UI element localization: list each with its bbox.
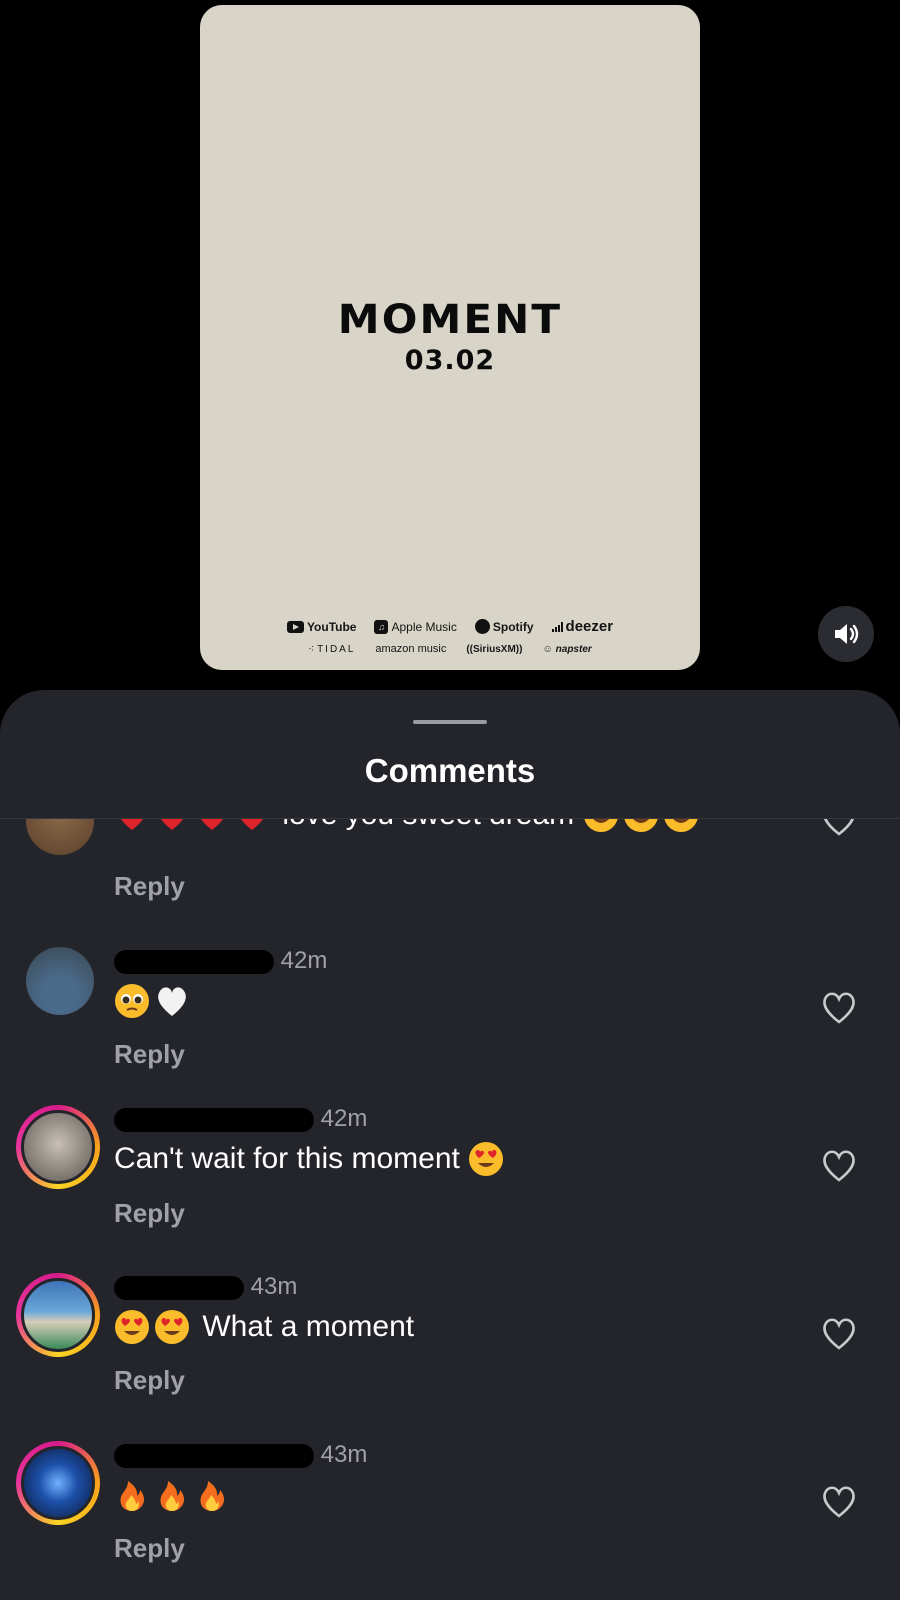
spotify-logo: Spotify: [474, 619, 534, 634]
list-item: 42m Reply: [0, 937, 900, 1105]
red-heart-icon: [121, 819, 143, 831]
username-row: 43m: [114, 1441, 367, 1471]
comments-sheet: Comments love you sweet dream Reply 42m: [0, 690, 900, 1600]
comment-text: [114, 983, 194, 1019]
youtube-play-icon: [286, 620, 304, 633]
comment-text: Can't wait for this moment: [114, 1141, 508, 1177]
sheet-grabber[interactable]: [413, 720, 487, 724]
speaker-icon: [835, 624, 859, 644]
poster-date: 03.02: [404, 345, 496, 376]
comment-time: 42m: [280, 947, 328, 974]
avatar: [21, 1446, 95, 1520]
heart-outline-icon[interactable]: [820, 1483, 858, 1519]
sheet-title: Comments: [364, 752, 536, 789]
heart-eyes-icon: [583, 819, 618, 833]
heart-eyes-icon: [469, 1142, 504, 1177]
red-heart-icon: [241, 819, 263, 831]
sound-toggle-button[interactable]: [818, 606, 874, 662]
fire-icon: [200, 1481, 224, 1512]
list-item: 42m Can't wait for this moment Reply: [0, 1105, 900, 1273]
redacted-username: [114, 1275, 244, 1300]
platform-row-2: ⁖ TIDAL amazon music ((SiriusXM)) ☺ naps…: [200, 643, 700, 655]
list-item: 43m Reply: [0, 1441, 900, 1600]
tidal-icon: ⁖: [308, 643, 315, 655]
list-item: 43m What a moment Reply: [0, 1273, 900, 1441]
heart-eyes-icon: [663, 819, 698, 833]
reply-button[interactable]: Reply: [114, 1198, 185, 1229]
spotify-icon: [474, 619, 490, 634]
avatar-story-ring[interactable]: [16, 1441, 100, 1525]
comment-text: love you sweet dream: [114, 819, 703, 833]
heart-outline-icon[interactable]: [820, 819, 858, 837]
comment-text: [114, 1477, 234, 1513]
story-poster[interactable]: MOMENT 03.02 YouTube ♫ Apple Music Spoti…: [200, 5, 700, 670]
white-heart-icon: [158, 987, 186, 1017]
redacted-username: [114, 949, 274, 974]
avatar-story-ring[interactable]: [16, 1273, 100, 1357]
comments-list[interactable]: love you sweet dream Reply 42m Reply: [0, 819, 900, 1600]
avatar[interactable]: [26, 819, 94, 855]
napster-icon: ☺: [542, 643, 553, 655]
siriusxm-logo: ((SiriusXM)): [466, 643, 523, 655]
reply-button[interactable]: Reply: [114, 1365, 185, 1396]
music-note-icon: ♫: [374, 619, 389, 634]
heart-outline-icon[interactable]: [820, 1147, 858, 1183]
platform-row-1: YouTube ♫ Apple Music Spotify deezer: [200, 618, 700, 635]
redacted-username: [114, 1443, 314, 1468]
heart-eyes-icon: [155, 1310, 189, 1345]
avatar: [21, 1278, 95, 1352]
avatar-story-ring[interactable]: [16, 1105, 100, 1189]
comment-text: What a moment: [114, 1309, 414, 1345]
avatar[interactable]: [26, 947, 94, 1015]
fire-icon: [120, 1481, 144, 1512]
heart-outline-icon[interactable]: [820, 1315, 858, 1351]
reply-button[interactable]: Reply: [114, 871, 185, 902]
username-row: 43m: [114, 1273, 297, 1303]
apple-music-logo: ♫ Apple Music: [374, 619, 457, 634]
comment-time: 43m: [250, 1273, 298, 1300]
reply-button[interactable]: Reply: [114, 1039, 185, 1070]
pleading-face-icon: [115, 984, 149, 1019]
napster-logo: ☺ napster: [542, 643, 592, 655]
heart-eyes-icon: [115, 1310, 149, 1345]
fire-icon: [160, 1481, 184, 1512]
tidal-logo: ⁖ TIDAL: [308, 643, 356, 655]
heart-outline-icon[interactable]: [820, 989, 858, 1025]
comment-time: 43m: [320, 1441, 368, 1468]
list-item: love you sweet dream Reply: [0, 819, 900, 955]
comment-time: 42m: [320, 1105, 368, 1132]
avatar: [21, 1110, 95, 1184]
amazon-music-logo: amazon music: [375, 643, 447, 655]
username-row: 42m: [114, 947, 327, 977]
red-heart-icon: [201, 819, 223, 831]
heart-eyes-icon: [623, 819, 658, 833]
poster-title: MOMENT: [337, 297, 563, 343]
redacted-username: [114, 1107, 314, 1132]
username-row: 42m: [114, 1105, 367, 1135]
red-heart-icon: [161, 819, 183, 831]
deezer-logo: deezer: [551, 618, 613, 635]
deezer-bars-icon: [551, 621, 563, 632]
youtube-logo: YouTube: [286, 620, 356, 634]
reply-button[interactable]: Reply: [114, 1533, 185, 1564]
